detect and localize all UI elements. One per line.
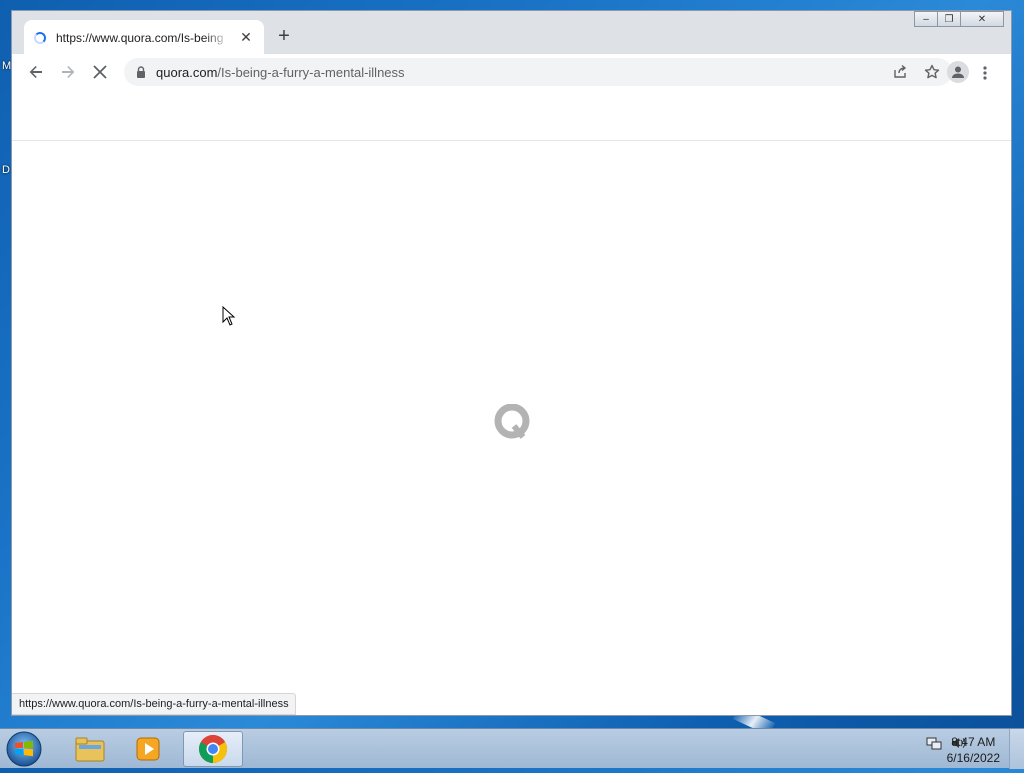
menu-button[interactable] [971, 59, 999, 87]
url-text: quora.com/Is-being-a-furry-a-mental-illn… [156, 65, 405, 80]
profile-icon [952, 66, 964, 78]
mouse-cursor-icon [222, 306, 236, 326]
title-bar: https://www.quora.com/Is-being ✕ + – ❐ ✕ [12, 11, 1011, 55]
forward-icon [62, 66, 75, 78]
omnibox-actions [886, 58, 946, 86]
clock-time: 8:47 AM [951, 735, 996, 749]
share-icon [894, 64, 907, 78]
window-caption-buttons: – ❐ ✕ [914, 11, 1004, 29]
share-button[interactable] [886, 58, 914, 86]
desktop-icon-label[interactable]: M [2, 60, 11, 72]
windows-start-icon [6, 731, 42, 767]
network-icon[interactable] [926, 735, 942, 751]
taskbar-chrome[interactable] [183, 731, 243, 767]
url-path: /Is-being-a-furry-a-mental-illness [217, 64, 405, 80]
url-host: quora.com [156, 64, 218, 80]
browser-tab[interactable]: https://www.quora.com/Is-being ✕ [24, 20, 264, 55]
stop-loading-icon [93, 65, 107, 79]
star-icon [924, 64, 940, 79]
media-player-icon [136, 737, 160, 761]
browser-toolbar: quora.com/Is-being-a-furry-a-mental-illn… [12, 54, 1011, 90]
bookmark-button[interactable] [918, 58, 946, 86]
desktop-icon-label[interactable]: D [2, 164, 10, 176]
back-icon [29, 66, 42, 78]
close-window-button[interactable]: ✕ [960, 11, 1004, 27]
minimize-button[interactable]: – [914, 11, 938, 27]
browser-window: https://www.quora.com/Is-being ✕ + – ❐ ✕… [11, 10, 1012, 716]
chrome-icon [199, 735, 227, 763]
status-bubble: https://www.quora.com/Is-being-a-furry-a… [12, 693, 296, 715]
stop-button[interactable] [86, 58, 114, 86]
menu-icon [983, 66, 987, 80]
folder-icon [75, 737, 105, 762]
taskbar-media-player[interactable] [120, 731, 176, 767]
tab-close-icon[interactable]: ✕ [238, 29, 254, 46]
page-header-placeholder [12, 90, 1011, 141]
show-desktop-button[interactable] [1009, 729, 1024, 769]
tab-title: https://www.quora.com/Is-being [56, 30, 224, 45]
taskbar-clock[interactable]: 8:47 AM 6/16/2022 [947, 734, 1000, 766]
address-bar[interactable]: quora.com/Is-being-a-furry-a-mental-illn… [124, 58, 952, 86]
new-tab-button[interactable]: + [274, 26, 294, 46]
taskbar-explorer[interactable] [62, 731, 118, 767]
taskbar: 8:47 AM 6/16/2022 [0, 728, 1024, 769]
back-button[interactable] [22, 58, 50, 86]
quora-logo-icon [494, 404, 530, 439]
profile-button[interactable] [947, 61, 969, 83]
loading-spinner-icon [34, 31, 46, 44]
start-button[interactable] [4, 730, 46, 768]
forward-button[interactable] [54, 58, 82, 86]
clock-date: 6/16/2022 [946, 751, 1000, 765]
restore-button[interactable]: ❐ [937, 11, 961, 27]
lock-icon [137, 66, 145, 78]
page-content: https://www.quora.com/Is-being-a-furry-a… [12, 90, 1011, 715]
